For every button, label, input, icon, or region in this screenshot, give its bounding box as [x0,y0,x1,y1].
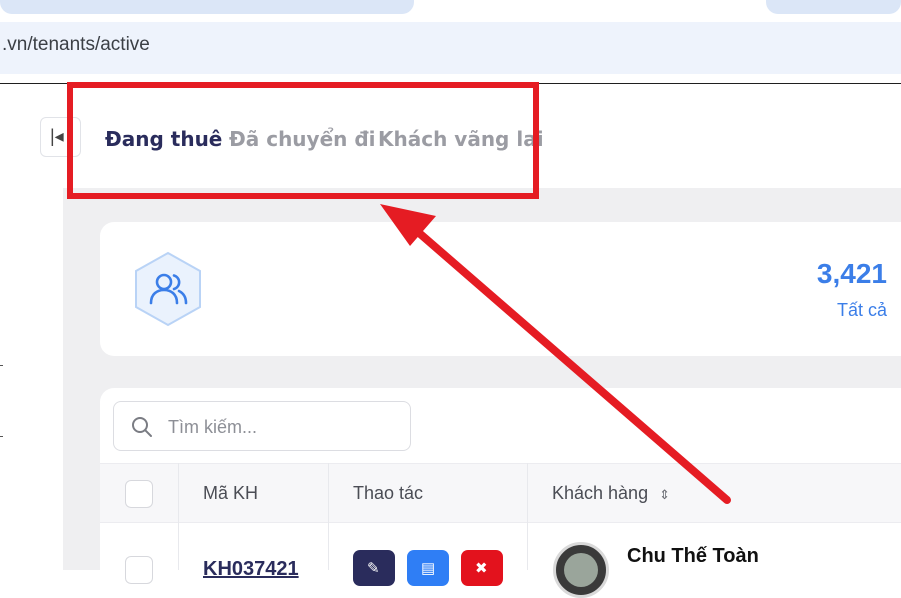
document-button[interactable]: ▤ [407,550,449,586]
delete-button[interactable]: ✖ [461,550,503,586]
browser-tab[interactable] [0,0,414,14]
sort-icon: ⇕ [659,487,671,502]
browser-tab-strip [0,0,901,22]
stat-total-label[interactable]: Tất cả [837,300,887,321]
edit-button[interactable]: ✎ [353,550,395,586]
row-checkbox[interactable] [125,556,153,584]
column-header-label: Khách hàng [552,483,649,503]
stats-card [100,222,901,356]
avatar [553,542,609,598]
column-divider [527,463,528,570]
stat-total-value: 3,421 [816,258,887,289]
search-input[interactable] [166,414,400,440]
edit-icon: ✎ [367,560,380,577]
collapse-left-icon: |◂ [50,126,64,146]
column-header-ma-kh[interactable]: Mã KH [203,483,258,504]
trash-icon: ✖ [475,560,488,577]
column-divider [178,463,179,570]
annotation-highlight-box [67,82,539,199]
column-divider [328,463,329,570]
browser-tab[interactable] [766,0,901,14]
address-bar[interactable]: .vn/tenants/active [0,22,901,74]
sidebar-edge-mark [0,365,3,366]
search-box[interactable] [113,401,411,451]
document-icon: ▤ [421,560,436,577]
users-icon [135,251,201,327]
select-all-checkbox[interactable] [125,480,153,508]
customer-name[interactable]: Chu Thế Toàn [627,545,759,568]
search-icon [132,417,152,437]
column-header-thao-tac: Thao tác [353,483,424,503]
sidebar-edge-mark [0,436,3,437]
url-text[interactable]: .vn/tenants/active [2,34,150,56]
column-header-khach-hang[interactable]: Khách hàng ⇕ [552,483,670,504]
